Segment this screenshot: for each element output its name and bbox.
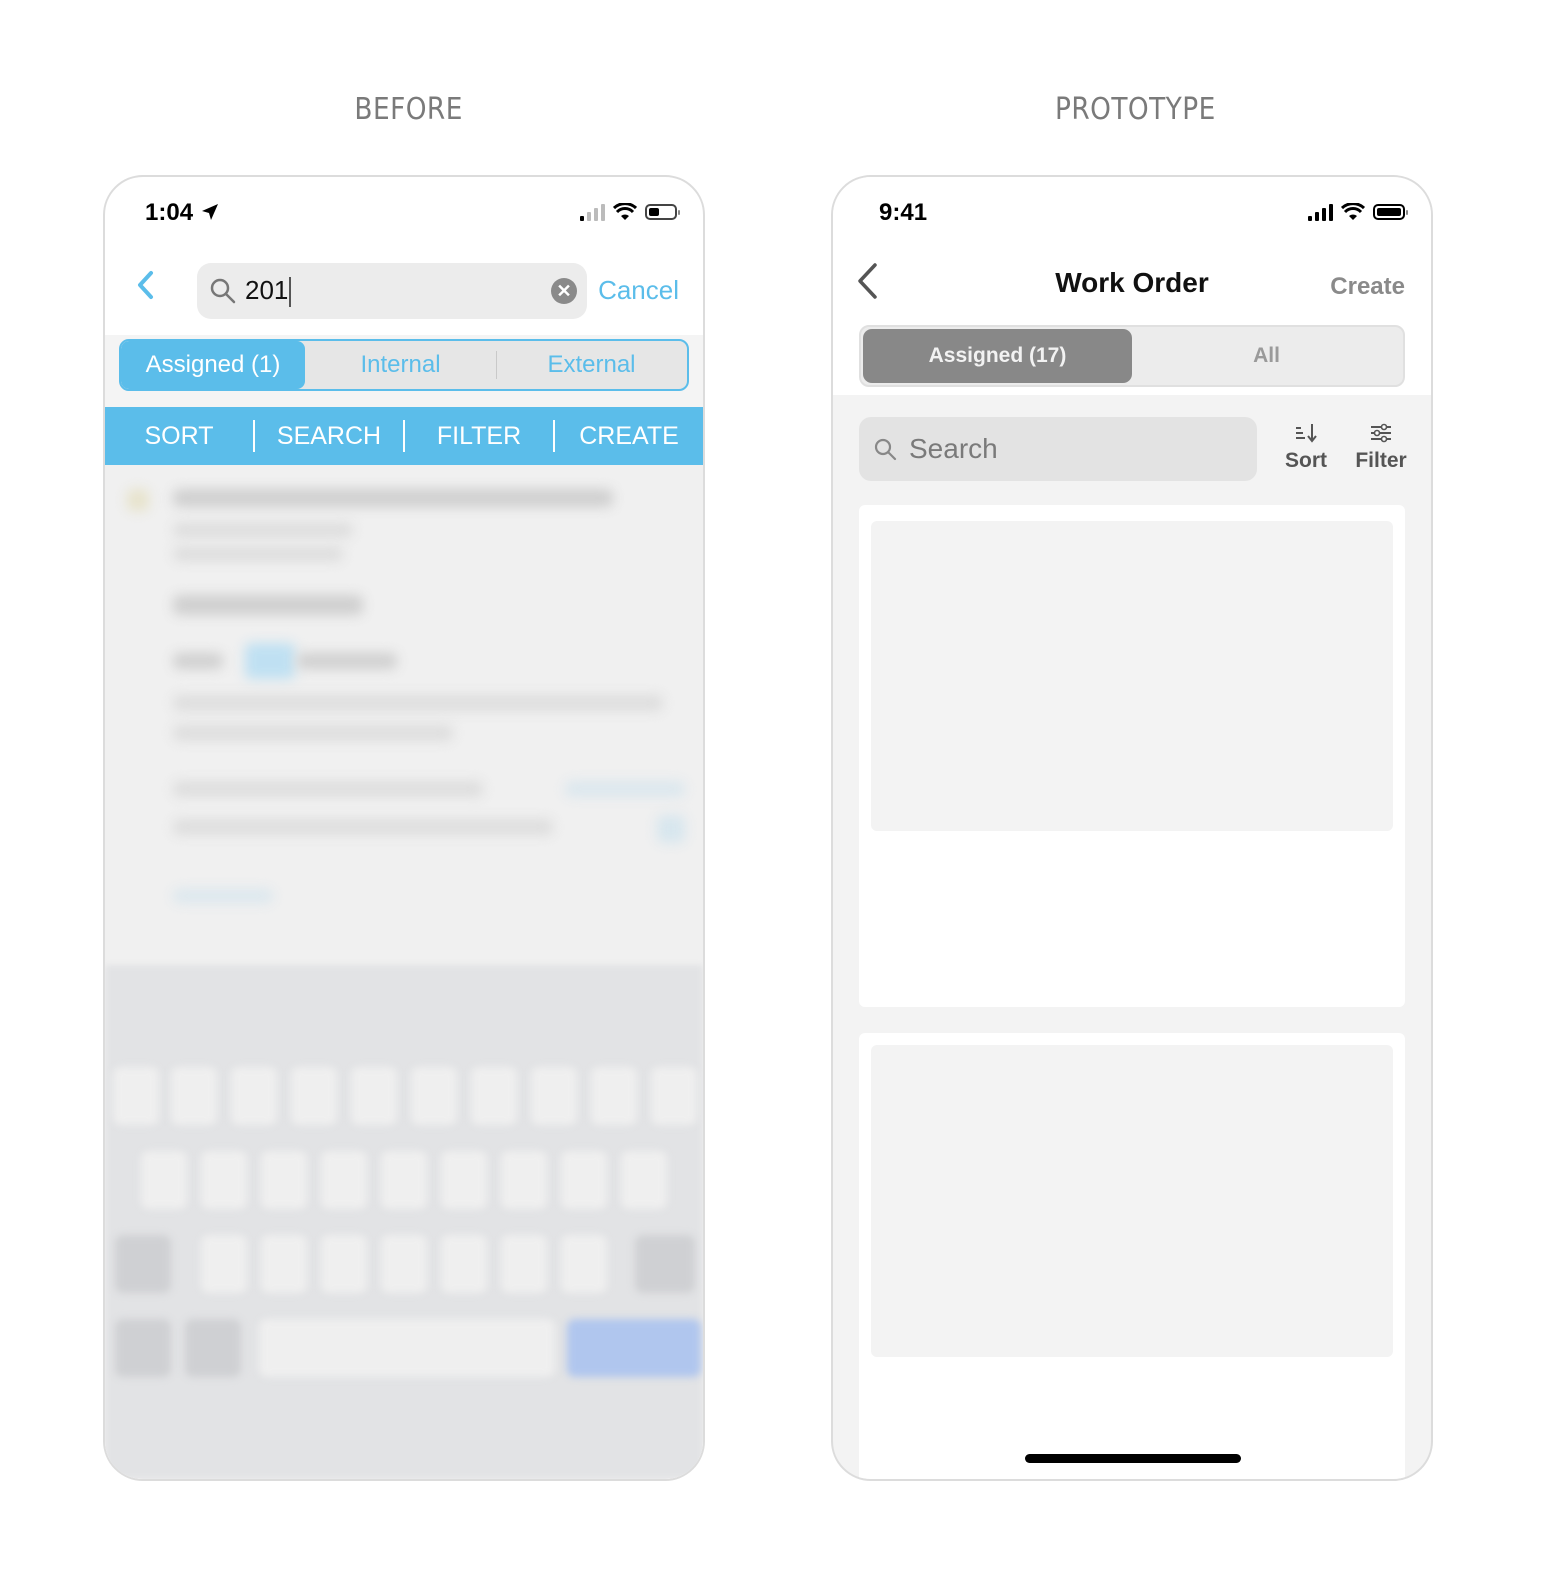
signal-icon [580, 203, 605, 221]
keyboard-key[interactable] [201, 1151, 247, 1209]
back-button[interactable] [135, 269, 155, 308]
shift-key[interactable] [115, 1235, 171, 1293]
search-button[interactable]: SEARCH [255, 422, 403, 451]
tab-assigned[interactable]: Assigned (17) [863, 329, 1132, 383]
status-time: 9:41 [879, 199, 928, 226]
tab-external[interactable]: External [496, 341, 687, 389]
filter-sliders-icon [1371, 423, 1391, 443]
keyboard-key[interactable] [201, 1235, 247, 1293]
keyboard-key[interactable] [411, 1067, 457, 1125]
search-value: 201 [245, 275, 292, 308]
sort-button[interactable]: SORT [105, 422, 253, 451]
search-input[interactable]: Search [859, 417, 1257, 481]
keyboard-key[interactable] [621, 1151, 667, 1209]
prototype-heading: PROTOTYPE [1054, 92, 1216, 127]
search-key[interactable] [567, 1319, 701, 1377]
keyboard-key[interactable] [441, 1235, 487, 1293]
keyboard-key[interactable] [531, 1067, 577, 1125]
blurred-result-list [105, 465, 703, 1479]
keyboard-key[interactable] [381, 1235, 427, 1293]
keyboard-key[interactable] [381, 1151, 427, 1209]
create-button[interactable]: CREATE [555, 422, 703, 451]
battery-icon [645, 204, 680, 220]
search-placeholder: Search [909, 433, 998, 464]
cancel-button[interactable]: Cancel [598, 275, 679, 306]
signal-icon [1308, 203, 1333, 221]
search-input[interactable]: 201 ✕ [197, 263, 587, 319]
delete-key[interactable] [635, 1235, 695, 1293]
home-indicator [1025, 1454, 1241, 1463]
before-heading: BEFORE [354, 92, 463, 127]
clear-circle-icon[interactable]: ✕ [551, 278, 577, 304]
prototype-phone: 9:41 Work Order Create Assigned (17) All… [831, 175, 1433, 1481]
tab-all[interactable]: All [1132, 329, 1401, 383]
emoji-key[interactable] [185, 1319, 241, 1377]
keyboard-key[interactable] [501, 1151, 547, 1209]
keyboard-key[interactable] [321, 1235, 367, 1293]
action-bar: SORT SEARCH FILTER CREATE [105, 407, 703, 465]
keyboard [105, 965, 703, 1479]
magnifier-icon [210, 278, 236, 304]
keyboard-key[interactable] [561, 1151, 607, 1209]
sort-icon [1296, 424, 1317, 443]
location-arrow-icon [201, 204, 218, 220]
create-button[interactable]: Create [1330, 273, 1405, 301]
sort-button[interactable]: Sort [1283, 421, 1329, 473]
keyboard-key[interactable] [261, 1151, 307, 1209]
tab-assigned[interactable]: Assigned (1) [121, 341, 305, 389]
keyboard-key[interactable] [261, 1235, 307, 1293]
card-placeholder-image [871, 1045, 1393, 1357]
before-phone: 1:04 201 ✕ Cancel Assigned (1) Internal … [103, 175, 705, 1481]
keyboard-key[interactable] [591, 1067, 637, 1125]
keyboard-key[interactable] [351, 1067, 397, 1125]
segment-control: Assigned (1) Internal External [119, 339, 689, 391]
status-bar: 9:41 [833, 177, 1431, 247]
keyboard-key[interactable] [651, 1067, 697, 1125]
status-bar: 1:04 [105, 177, 703, 247]
card-placeholder-image [871, 521, 1393, 831]
keyboard-key[interactable] [141, 1151, 187, 1209]
segment-control: Assigned (17) All [859, 325, 1405, 387]
numbers-key[interactable] [115, 1319, 171, 1377]
battery-icon [1373, 204, 1408, 220]
status-time: 1:04 [145, 199, 220, 227]
work-order-card[interactable] [859, 505, 1405, 1007]
keyboard-key[interactable] [113, 1067, 159, 1125]
tab-internal[interactable]: Internal [305, 341, 496, 389]
filter-button[interactable]: FILTER [405, 422, 553, 451]
wifi-icon [1341, 203, 1365, 220]
keyboard-key[interactable] [501, 1235, 547, 1293]
keyboard-key[interactable] [231, 1067, 277, 1125]
keyboard-key[interactable] [441, 1151, 487, 1209]
keyboard-key[interactable] [171, 1067, 217, 1125]
wifi-icon [613, 203, 637, 220]
space-key[interactable] [259, 1319, 555, 1377]
keyboard-key[interactable] [321, 1151, 367, 1209]
keyboard-key[interactable] [291, 1067, 337, 1125]
keyboard-key[interactable] [471, 1067, 517, 1125]
magnifier-icon [874, 438, 897, 461]
filter-button[interactable]: Filter [1353, 421, 1409, 473]
chevron-left-icon [138, 271, 153, 299]
work-order-card[interactable] [859, 1033, 1405, 1479]
keyboard-key[interactable] [561, 1235, 607, 1293]
